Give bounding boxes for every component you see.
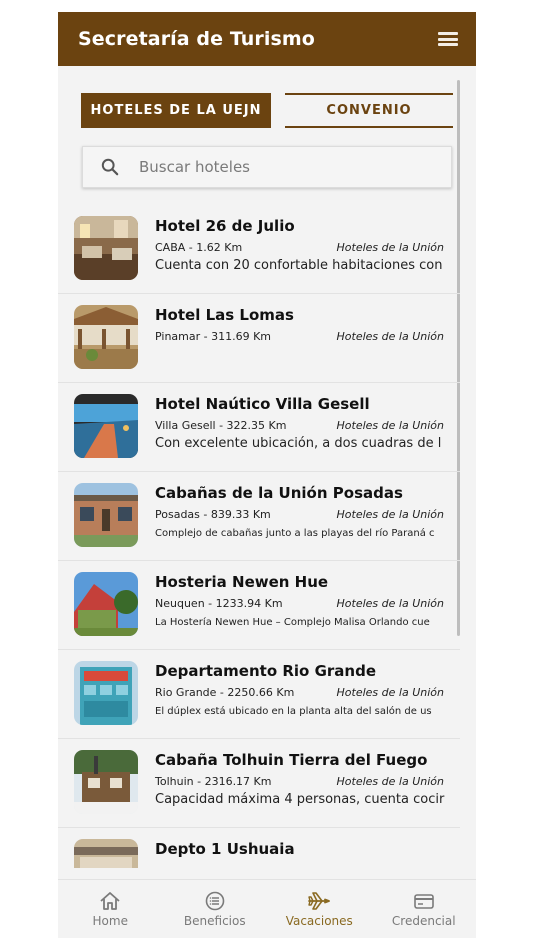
hotel-thumbnail bbox=[74, 661, 138, 725]
hotel-location: Tolhuin - 2316.17 Km bbox=[155, 775, 272, 788]
airplane-icon bbox=[308, 891, 331, 910]
nav-credencial[interactable]: Credencial bbox=[372, 880, 477, 938]
hotel-description: Capacidad máxima 4 personas, cuenta coci… bbox=[155, 792, 445, 807]
tab-bar: HOTELES DE LA UEJN CONVENIO bbox=[81, 93, 453, 128]
hotel-thumbnail bbox=[74, 305, 138, 369]
hotel-thumbnail bbox=[74, 394, 138, 458]
hamburger-menu-icon[interactable] bbox=[438, 32, 458, 46]
hotel-thumbnail bbox=[74, 750, 138, 814]
search-input[interactable] bbox=[137, 157, 421, 177]
hotel-category: Hoteles de la Unión bbox=[336, 419, 444, 432]
search-bar[interactable] bbox=[82, 146, 452, 188]
hotel-description: Cuenta con 20 confortable habitaciones c… bbox=[155, 258, 443, 273]
app-bar: Secretaría de Turismo bbox=[58, 12, 476, 66]
hotel-location: Rio Grande - 2250.66 Km bbox=[155, 686, 295, 699]
phone-screen: Secretaría de Turismo HOTELES DE LA UEJN… bbox=[58, 12, 476, 938]
hotel-location: Posadas - 839.33 Km bbox=[155, 508, 271, 521]
hotel-description: Complejo de cabañas junto a las playas d… bbox=[155, 528, 435, 539]
hotel-location: Villa Gesell - 322.35 Km bbox=[155, 419, 287, 432]
list-item[interactable]: Cabaña Tolhuin Tierra del Fuego Tolhuin … bbox=[58, 739, 460, 828]
hotel-name: Cabaña Tolhuin Tierra del Fuego bbox=[155, 751, 428, 769]
nav-vacaciones[interactable]: Vacaciones bbox=[267, 880, 372, 938]
list-item[interactable]: Depto 1 Ushuaia bbox=[58, 828, 460, 868]
hotel-name: Hotel 26 de Julio bbox=[155, 217, 295, 235]
nav-credencial-label: Credencial bbox=[391, 913, 456, 928]
hotel-name: Depto 1 Ushuaia bbox=[155, 840, 295, 858]
search-icon bbox=[101, 158, 119, 176]
hotel-thumbnail bbox=[74, 483, 138, 547]
hotel-category: Hoteles de la Unión bbox=[336, 330, 444, 343]
nav-home-label: Home bbox=[92, 913, 128, 928]
list-item[interactable]: Hotel Las Lomas Pinamar - 311.69 Km Hote… bbox=[58, 294, 460, 383]
hotel-category: Hoteles de la Unión bbox=[336, 508, 444, 521]
nav-vacaciones-label: Vacaciones bbox=[285, 913, 353, 928]
tab-convenio[interactable]: CONVENIO bbox=[285, 93, 453, 128]
hotel-name: Cabañas de la Unión Posadas bbox=[155, 484, 403, 502]
hotel-thumbnail bbox=[74, 839, 138, 868]
nav-home[interactable]: Home bbox=[58, 880, 163, 938]
hotel-list: Hotel 26 de Julio CABA - 1.62 Km Hoteles… bbox=[58, 205, 460, 868]
hotel-category: Hoteles de la Unión bbox=[336, 241, 444, 254]
nav-beneficios[interactable]: Beneficios bbox=[163, 880, 268, 938]
nav-beneficios-label: Beneficios bbox=[183, 913, 246, 928]
credit-card-icon bbox=[413, 893, 434, 909]
hotel-category: Hoteles de la Unión bbox=[336, 775, 444, 788]
app-title: Secretaría de Turismo bbox=[78, 28, 315, 50]
hotel-category: Hoteles de la Unión bbox=[336, 597, 444, 610]
hotel-location: Pinamar - 311.69 Km bbox=[155, 330, 272, 343]
hotel-category: Hoteles de la Unión bbox=[336, 686, 444, 699]
hotel-description: Con excelente ubicación, a dos cuadras d… bbox=[155, 436, 442, 451]
list-circle-icon bbox=[205, 891, 225, 910]
hotel-description: La Hostería Newen Hue – Complejo Malisa … bbox=[155, 617, 430, 628]
list-item[interactable]: Hotel Naútico Villa Gesell Villa Gesell … bbox=[58, 383, 460, 472]
bottom-navigation: Home Beneficios Vacaciones Credencial bbox=[58, 879, 476, 938]
hotel-thumbnail bbox=[74, 216, 138, 280]
home-icon bbox=[100, 891, 120, 910]
hotel-name: Hotel Naútico Villa Gesell bbox=[155, 395, 370, 413]
hotel-name: Hosteria Newen Hue bbox=[155, 573, 329, 591]
hotel-name: Hotel Las Lomas bbox=[155, 306, 294, 324]
list-item[interactable]: Hosteria Newen Hue Neuquen - 1233.94 Km … bbox=[58, 561, 460, 650]
hotel-thumbnail bbox=[74, 572, 138, 636]
list-item[interactable]: Cabañas de la Unión Posadas Posadas - 83… bbox=[58, 472, 460, 561]
tab-hoteles-uejn[interactable]: HOTELES DE LA UEJN bbox=[81, 93, 271, 128]
list-item[interactable]: Hotel 26 de Julio CABA - 1.62 Km Hoteles… bbox=[58, 205, 460, 294]
list-item[interactable]: Departamento Rio Grande Rio Grande - 225… bbox=[58, 650, 460, 739]
hotel-description: El dúplex está ubicado en la planta alta… bbox=[155, 706, 432, 717]
hotel-location: CABA - 1.62 Km bbox=[155, 241, 243, 254]
hotel-location: Neuquen - 1233.94 Km bbox=[155, 597, 283, 610]
hotel-name: Departamento Rio Grande bbox=[155, 662, 376, 680]
